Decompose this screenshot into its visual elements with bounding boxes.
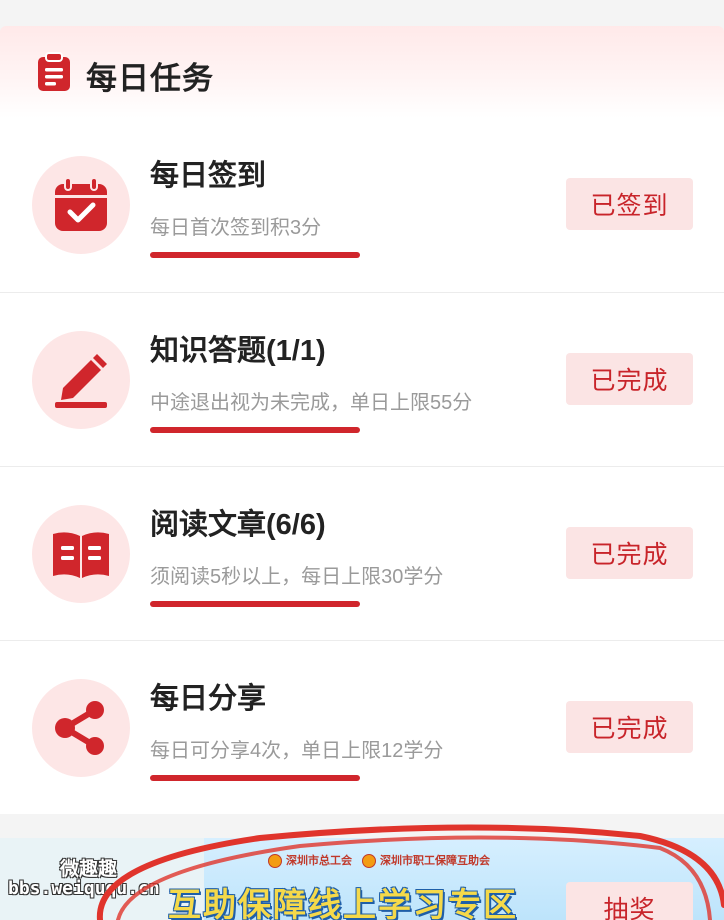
read-complete-button[interactable]: 已完成 xyxy=(566,527,693,579)
top-gap xyxy=(0,0,724,26)
task-icon-bg xyxy=(32,331,130,429)
task-read-articles: 阅读文章(6/6) 须阅读5秒以上，每日上限30学分 已完成 xyxy=(0,466,724,640)
task-underline xyxy=(150,252,360,258)
checkin-button[interactable]: 已签到 xyxy=(566,178,693,230)
share-icon xyxy=(55,701,104,755)
section-title: 每日任务 xyxy=(86,61,214,96)
task-underline xyxy=(150,601,360,607)
org-seal-icon xyxy=(268,854,282,869)
calendar-check-icon xyxy=(55,177,107,231)
task-daily-checkin: 每日签到 每日首次签到积3分 已签到 xyxy=(0,118,724,292)
banner-headline: 互助保障线上学习专区 xyxy=(168,886,518,920)
quiz-complete-button[interactable]: 已完成 xyxy=(566,353,693,405)
org-item: 深圳市总工会 xyxy=(268,852,352,869)
task-desc: 中途退出视为未完成，单日上限55分 xyxy=(150,392,473,414)
task-title: 每日分享 xyxy=(150,683,267,715)
task-underline xyxy=(150,775,360,781)
task-icon-bg xyxy=(32,679,130,777)
watermark-url: bbs.weiququ.cn xyxy=(8,878,160,899)
task-desc: 每日首次签到积3分 xyxy=(150,217,322,239)
task-underline xyxy=(150,427,360,433)
task-title: 每日签到 xyxy=(150,160,267,192)
task-daily-share: 每日分享 每日可分享4次，单日上限12学分 已完成 xyxy=(0,640,724,814)
section-header: 每日任务 xyxy=(0,26,724,118)
share-complete-button[interactable]: 已完成 xyxy=(566,701,693,753)
task-desc: 须阅读5秒以上，每日上限30学分 xyxy=(150,566,444,588)
watermark-text: 微趣趣 xyxy=(60,859,118,880)
task-icon-bg xyxy=(32,505,130,603)
promo-banner[interactable]: 微趣趣 bbs.weiququ.cn 深圳市总工会 深圳市职工保障互助会 互助保… xyxy=(0,838,724,920)
banner-organizations: 深圳市总工会 深圳市职工保障互助会 xyxy=(268,852,490,869)
org-item: 深圳市职工保障互助会 xyxy=(362,852,490,869)
task-desc: 每日可分享4次，单日上限12学分 xyxy=(150,740,444,762)
task-quiz: 知识答题(1/1) 中途退出视为未完成，单日上限55分 已完成 xyxy=(0,292,724,466)
org-seal-icon xyxy=(362,854,376,869)
lottery-button[interactable]: 抽奖 xyxy=(566,882,693,920)
task-title: 知识答题(1/1) xyxy=(150,335,326,367)
task-title: 阅读文章(6/6) xyxy=(150,509,326,541)
task-icon-bg xyxy=(32,156,130,254)
task-list: 每日签到 每日首次签到积3分 已签到 知识答题(1/1) 中途退出视为未完成，单… xyxy=(0,118,724,814)
pen-icon xyxy=(55,354,107,408)
book-icon xyxy=(53,532,109,578)
clipboard-icon xyxy=(38,52,70,91)
